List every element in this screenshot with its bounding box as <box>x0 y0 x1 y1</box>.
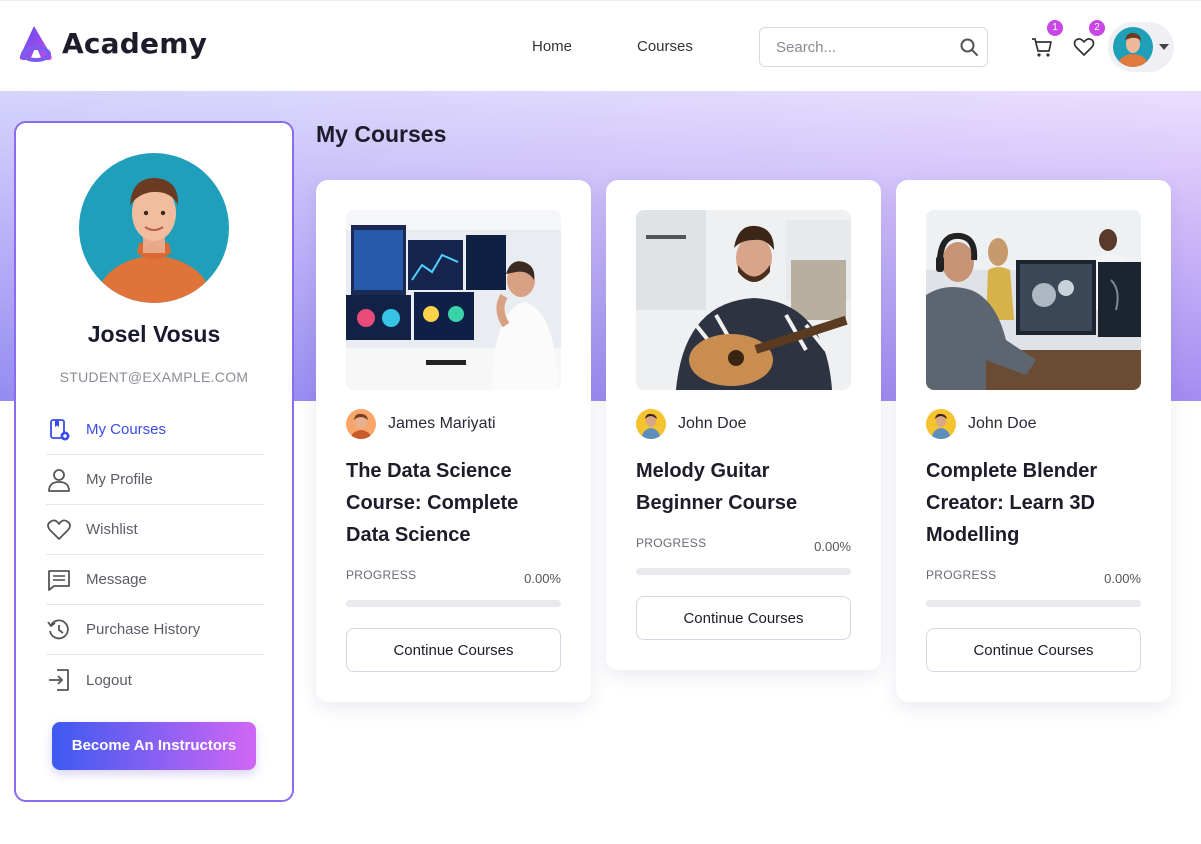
sidebar-item-label: My Courses <box>86 421 167 438</box>
course-thumbnail[interactable] <box>636 210 851 390</box>
author-name: John Doe <box>678 415 747 432</box>
course-thumbnail[interactable] <box>926 210 1141 390</box>
user-icon <box>48 468 70 492</box>
nav-courses[interactable]: Courses <box>637 38 693 55</box>
sidebar-item-logout[interactable]: Logout <box>46 655 264 705</box>
logo-icon <box>19 26 52 62</box>
course-card: John Doe Melody Guitar Beginner Course P… <box>606 180 881 670</box>
sidebar-item-label: My Profile <box>86 471 153 488</box>
history-icon <box>47 619 69 639</box>
author-avatar <box>346 409 376 439</box>
author-name: James Mariyati <box>388 415 496 432</box>
author-name: John Doe <box>968 415 1037 432</box>
sidebar-item-my-profile[interactable]: My Profile <box>46 455 264 505</box>
courses-icon <box>50 418 70 440</box>
heart-icon <box>47 519 71 540</box>
course-author: John Doe <box>926 409 1037 439</box>
search-input[interactable] <box>776 28 956 66</box>
nav-home[interactable]: Home <box>532 38 572 55</box>
search-box <box>759 27 988 67</box>
sidebar-menu: My Courses My Profile Wishlist Message P… <box>46 405 264 705</box>
cart-count-badge: 1 <box>1047 20 1063 36</box>
course-card: James Mariyati The Data Science Course: … <box>316 180 591 702</box>
sidebar-item-label: Logout <box>86 671 132 689</box>
progress-label: PROGRESS <box>346 568 417 582</box>
progress-bar <box>636 568 851 575</box>
progress-label: PROGRESS <box>926 568 997 582</box>
user-name: Josel Vosus <box>87 321 221 347</box>
progress-bar <box>346 600 561 607</box>
sidebar-item-label: Wishlist <box>86 521 138 538</box>
course-card: John Doe Complete Blender Creator: Learn… <box>896 180 1171 702</box>
course-title[interactable]: Melody Guitar Beginner Course <box>636 455 856 519</box>
avatar <box>1113 27 1153 67</box>
course-title[interactable]: The Data Science Course: Complete Data S… <box>346 455 566 551</box>
cart-button[interactable]: 1 <box>1031 20 1063 58</box>
sidebar-item-label: Purchase History <box>86 621 201 638</box>
progress-value: 0.00% <box>524 571 561 586</box>
continue-course-button[interactable]: Continue Courses <box>926 628 1141 672</box>
sidebar-item-purchase-history[interactable]: Purchase History <box>46 605 264 655</box>
user-menu-button[interactable] <box>1108 22 1174 72</box>
page-title: My Courses <box>316 121 447 147</box>
sidebar-item-wishlist[interactable]: Wishlist <box>46 505 264 555</box>
brand-name: Academy <box>62 26 208 60</box>
course-thumbnail[interactable] <box>346 210 561 390</box>
course-author: James Mariyati <box>346 409 496 439</box>
user-email: STUDENT@EXAMPLE.COM <box>59 369 249 385</box>
logo[interactable]: Academy <box>16 24 207 62</box>
profile-sidebar: Josel Vosus STUDENT@EXAMPLE.COM My Cours… <box>14 121 294 802</box>
progress-value: 0.00% <box>814 539 851 554</box>
logout-icon <box>49 669 69 691</box>
heart-icon <box>1073 38 1095 56</box>
sidebar-item-my-courses[interactable]: My Courses <box>46 405 264 455</box>
wishlist-button[interactable]: 2 <box>1073 20 1105 58</box>
top-header: Academy Home Courses 1 2 <box>0 0 1201 91</box>
author-avatar <box>926 409 956 439</box>
progress-label: PROGRESS <box>636 536 707 550</box>
sidebar-item-label: Message <box>86 571 147 588</box>
course-author: John Doe <box>636 409 747 439</box>
sidebar-item-message[interactable]: Message <box>46 555 264 605</box>
progress-value: 0.00% <box>1104 571 1141 586</box>
course-title[interactable]: Complete Blender Creator: Learn 3D Model… <box>926 455 1146 551</box>
message-icon <box>48 569 70 591</box>
profile-avatar <box>79 153 229 303</box>
continue-course-button[interactable]: Continue Courses <box>636 596 851 640</box>
author-avatar <box>636 409 666 439</box>
wishlist-count-badge: 2 <box>1089 20 1105 36</box>
progress-bar <box>926 600 1141 607</box>
continue-course-button[interactable]: Continue Courses <box>346 628 561 672</box>
cart-icon <box>1032 38 1052 57</box>
chevron-down-icon <box>1159 44 1169 50</box>
search-icon[interactable] <box>959 37 979 57</box>
become-instructor-button[interactable]: Become An Instructors <box>52 722 256 770</box>
